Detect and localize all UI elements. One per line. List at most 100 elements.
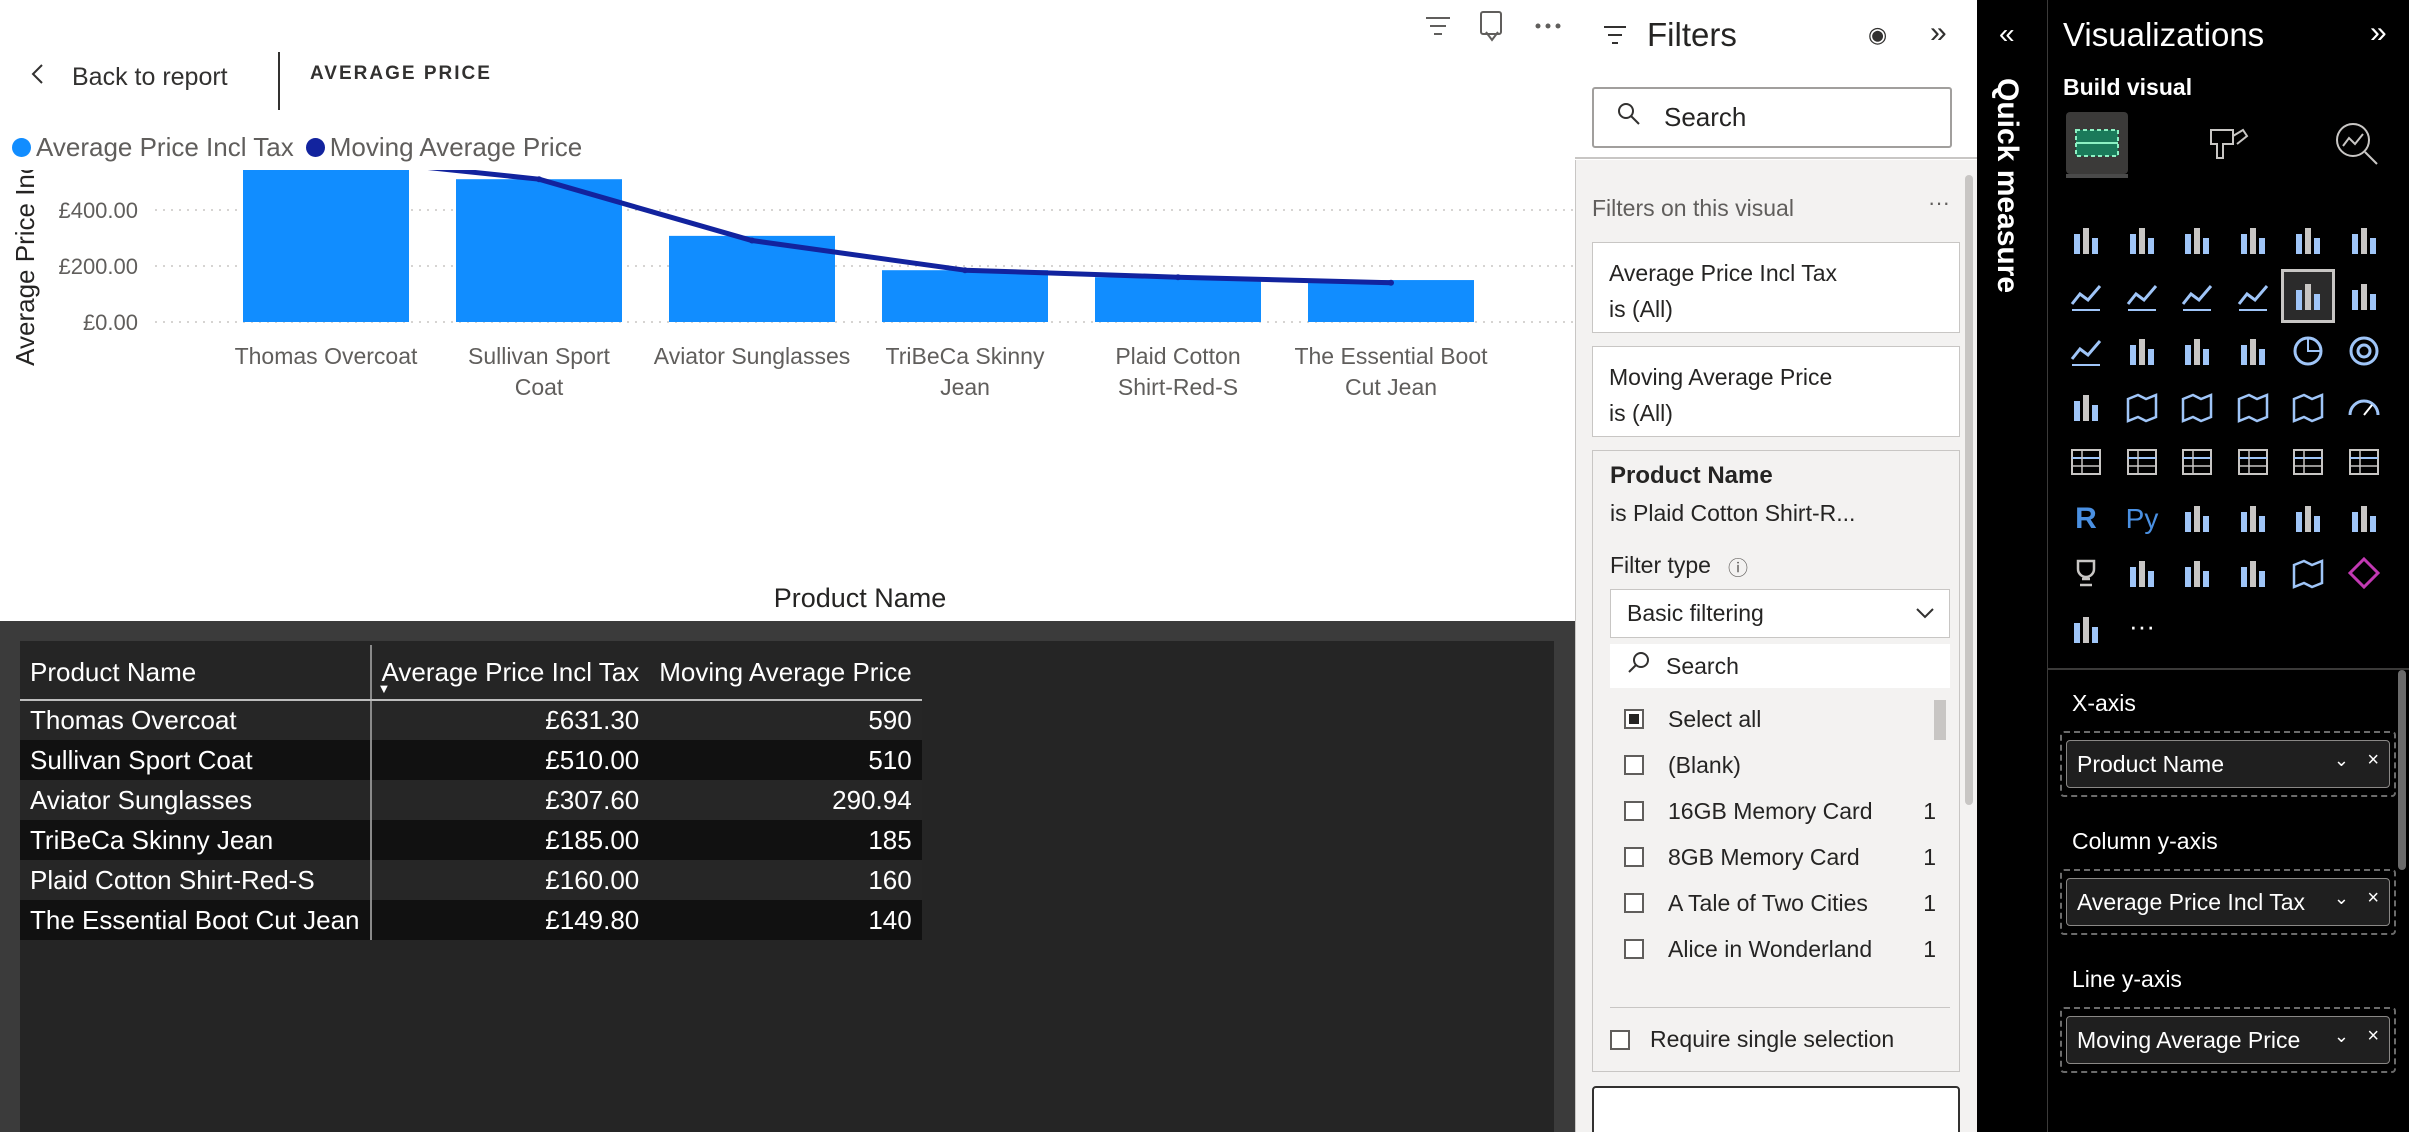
narrative-icon[interactable] — [2340, 494, 2388, 542]
filter-type-dropdown[interactable]: Basic filtering — [1610, 589, 1950, 638]
chevron-down-icon[interactable]: ⌄ — [2334, 1026, 2349, 1047]
card-icon[interactable] — [2062, 438, 2110, 486]
checkbox[interactable] — [1624, 755, 1644, 775]
funnel-chart-icon[interactable] — [2173, 327, 2221, 375]
map-icon[interactable] — [2118, 383, 2166, 431]
more-options-icon[interactable] — [1528, 6, 1568, 46]
qa-icon[interactable] — [2284, 494, 2332, 542]
table-row[interactable]: Thomas Overcoat £631.30 590 — [20, 700, 922, 740]
treemap-icon[interactable] — [2062, 383, 2110, 431]
require-single-selection-toggle[interactable]: Require single selection — [1610, 1026, 1894, 1053]
stacked-column-chart-icon[interactable] — [2118, 216, 2166, 264]
scatter-chart-icon[interactable] — [2229, 327, 2277, 375]
shape-map-icon[interactable] — [2229, 383, 2277, 431]
collapse-filters-icon[interactable]: » — [1930, 16, 1947, 50]
column-header-avg-price[interactable]: Average Price Incl Tax ▼ — [370, 645, 650, 701]
combo-chart[interactable]: £0.00£200.00£400.00£600.00Average Price … — [0, 170, 1575, 620]
filter-value-item[interactable]: 8GB Memory Card 1 — [1610, 842, 1940, 872]
filter-card-avg-price[interactable]: Average Price Incl Tax is (All) — [1592, 242, 1960, 333]
visualizations-scrollbar[interactable] — [2398, 670, 2406, 870]
donut-chart-icon[interactable] — [2340, 327, 2388, 375]
filter-values-search-input[interactable]: Search — [1610, 644, 1950, 688]
filled-map-icon[interactable] — [2173, 383, 2221, 431]
chevron-down-icon[interactable]: ⌄ — [2334, 750, 2349, 771]
checkbox[interactable] — [1624, 801, 1644, 821]
back-to-report-button[interactable]: Back to report — [30, 58, 228, 96]
gauge-icon[interactable] — [2340, 383, 2388, 431]
format-visual-tab[interactable] — [2195, 112, 2257, 174]
stacked-area-chart-icon[interactable] — [2173, 272, 2221, 320]
legend-item-moving-avg[interactable]: Moving Average Price — [305, 132, 582, 163]
filter-value-item[interactable]: (Blank) — [1610, 750, 1940, 780]
filter-value-item[interactable]: Alice in Wonderland 1 — [1610, 934, 1940, 964]
line-chart-icon[interactable] — [2062, 272, 2110, 320]
focus-mode-icon[interactable] — [1472, 6, 1512, 46]
bar[interactable] — [1308, 280, 1474, 322]
info-icon[interactable]: ⓘ — [1728, 552, 1748, 581]
decomposition-tree-icon[interactable] — [2229, 494, 2277, 542]
filter-value-item[interactable]: A Tale of Two Cities 1 — [1610, 888, 1940, 918]
arcgis-map-icon[interactable] — [2284, 549, 2332, 597]
bar[interactable] — [456, 179, 622, 322]
expand-chevron-icon[interactable]: « — [1999, 18, 2015, 50]
line-and-stacked-column-chart-icon[interactable] — [2281, 268, 2335, 323]
bar[interactable] — [882, 270, 1048, 322]
bar[interactable] — [1095, 277, 1261, 322]
paginated-report-icon[interactable] — [2118, 549, 2166, 597]
checkbox[interactable] — [1610, 1029, 1630, 1050]
pie-chart-icon[interactable] — [2284, 327, 2332, 375]
column-header-product-name[interactable]: Product Name — [20, 645, 372, 701]
filter-icon[interactable] — [1418, 6, 1458, 46]
100-stacked-column-chart-icon[interactable] — [2340, 216, 2388, 264]
table-row[interactable]: Aviator Sunglasses £307.60 290.94 — [20, 780, 922, 820]
more-visuals-icon[interactable]: ··· — [2118, 605, 2166, 653]
column-header-moving-avg[interactable]: Moving Average Price — [649, 645, 922, 701]
filters-search-input[interactable]: Search — [1592, 87, 1952, 148]
well-column-y-axis[interactable]: Average Price Incl Tax ⌄ × — [2060, 869, 2396, 935]
checkbox[interactable] — [1624, 847, 1644, 867]
diamond-visual-icon[interactable] — [2340, 549, 2388, 597]
analytics-tab[interactable] — [2325, 112, 2387, 174]
multi-row-card-icon[interactable] — [2118, 438, 2166, 486]
power-automate-icon[interactable] — [2229, 549, 2277, 597]
more-options-icon[interactable]: ··· — [1928, 190, 1950, 216]
goals-icon[interactable] — [2062, 549, 2110, 597]
build-visual-tab[interactable] — [2066, 112, 2128, 174]
kpi-icon[interactable] — [2173, 438, 2221, 486]
ribbon-chart-icon[interactable] — [2062, 327, 2110, 375]
azure-map-icon[interactable] — [2284, 383, 2332, 431]
table-row[interactable]: Sullivan Sport Coat £510.00 510 — [20, 740, 922, 780]
filters-scrollbar[interactable] — [1965, 175, 1973, 805]
clustered-bar-chart-icon[interactable] — [2173, 216, 2221, 264]
close-icon[interactable]: × — [2367, 887, 2379, 910]
chevron-down-icon[interactable]: ⌄ — [2334, 888, 2349, 909]
filter-list-scrollbar[interactable] — [1934, 700, 1946, 740]
eye-icon[interactable]: ◉ — [1868, 22, 1887, 48]
checkbox[interactable] — [1624, 939, 1644, 959]
checkbox[interactable] — [1624, 709, 1644, 729]
filter-value-item[interactable]: 16GB Memory Card 1 — [1610, 796, 1940, 826]
add-data-fields-button[interactable] — [1592, 1086, 1960, 1132]
checkbox[interactable] — [1624, 893, 1644, 913]
bar[interactable] — [243, 170, 409, 322]
slicer-icon[interactable] — [2229, 438, 2277, 486]
clustered-column-chart-icon[interactable] — [2229, 216, 2277, 264]
waterfall-chart-icon[interactable] — [2118, 327, 2166, 375]
r-visual-icon[interactable]: R — [2062, 494, 2110, 542]
python-visual-icon[interactable]: Py — [2118, 494, 2166, 542]
field-pill-moving-avg[interactable]: Moving Average Price ⌄ × — [2066, 1016, 2390, 1064]
table-row[interactable]: TriBeCa Skinny Jean £185.00 185 — [20, 820, 922, 860]
power-apps-icon[interactable] — [2173, 549, 2221, 597]
100-stacked-bar-chart-icon[interactable] — [2284, 216, 2332, 264]
table-row[interactable]: The Essential Boot Cut Jean £149.80 140 — [20, 900, 922, 940]
table-row[interactable]: Plaid Cotton Shirt-Red-S £160.00 160 — [20, 860, 922, 900]
legend-item-avg-price[interactable]: Average Price Incl Tax — [12, 132, 294, 163]
area-chart-icon[interactable] — [2118, 272, 2166, 320]
deneb-visual-icon[interactable] — [2062, 605, 2110, 653]
line-and-clustered-column-chart-icon[interactable] — [2340, 272, 2388, 320]
table-icon[interactable] — [2284, 438, 2332, 486]
key-influencers-icon[interactable] — [2173, 494, 2221, 542]
close-icon[interactable]: × — [2367, 1025, 2379, 1048]
filter-value-item[interactable]: Select all — [1610, 704, 1940, 734]
stacked-bar-chart-icon[interactable] — [2062, 216, 2110, 264]
